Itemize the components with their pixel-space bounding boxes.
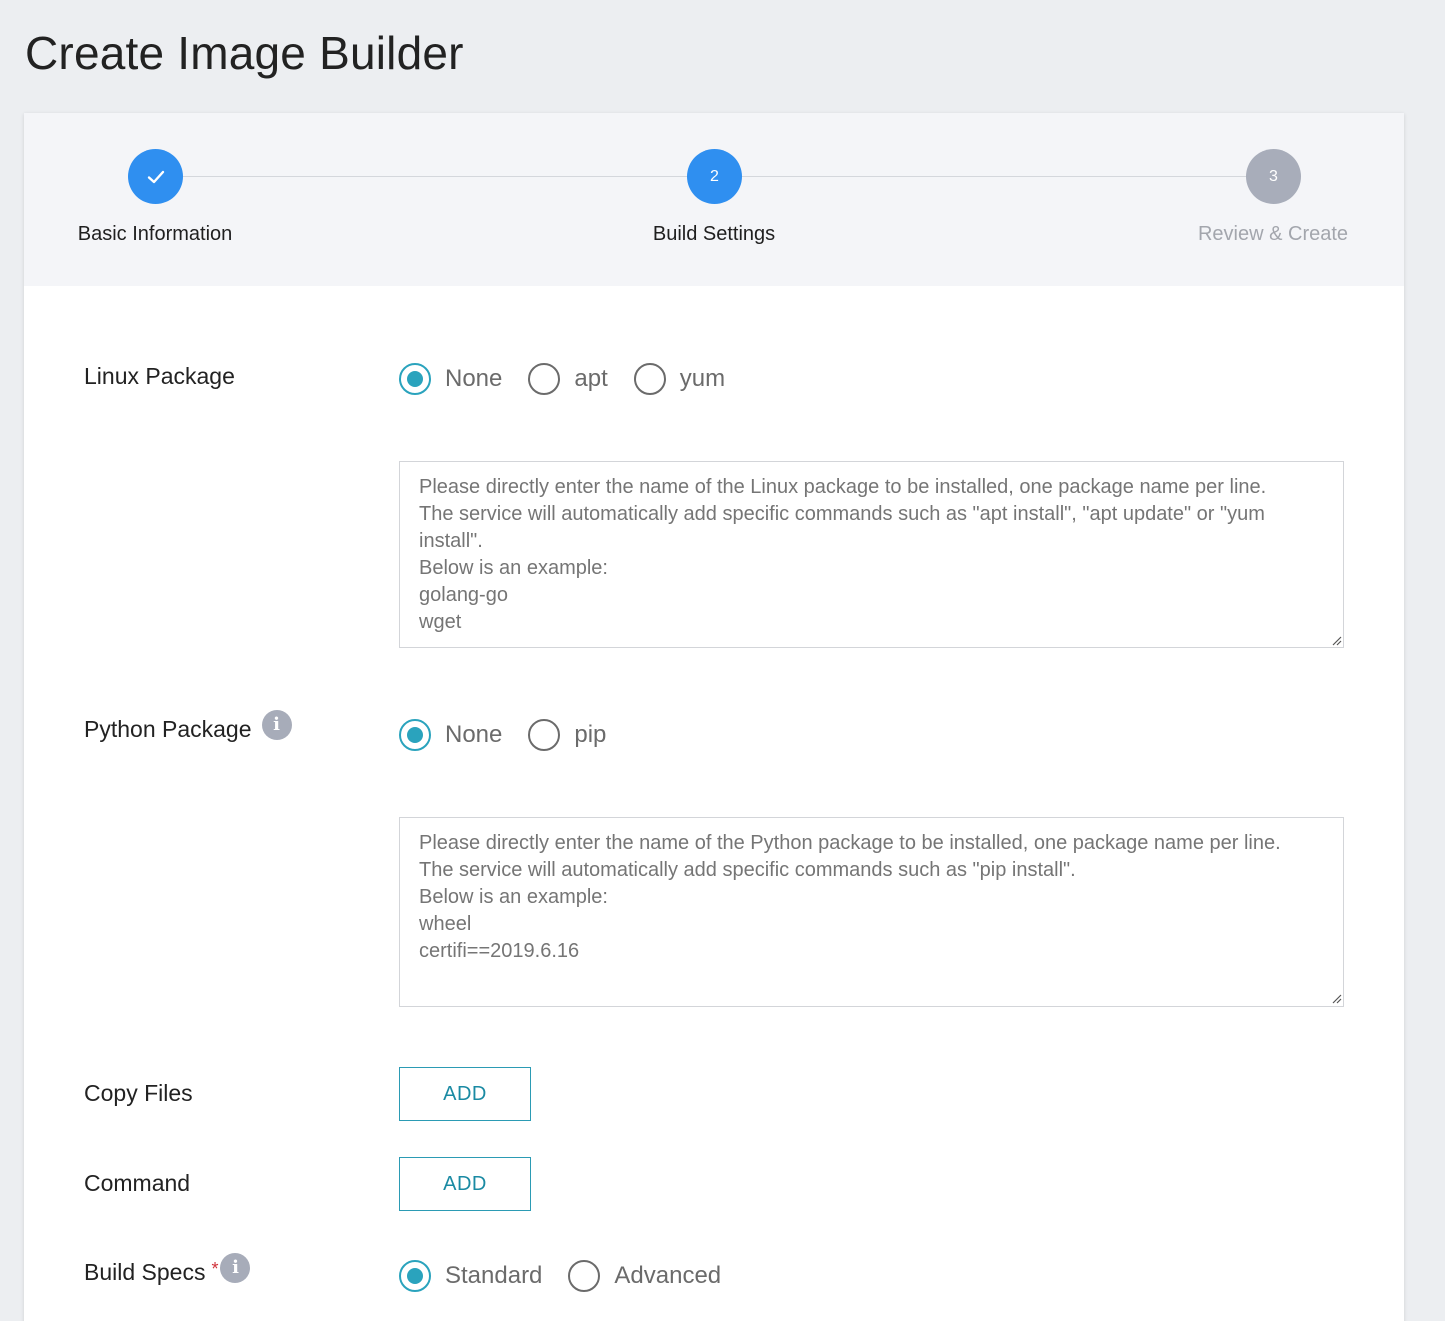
step-3-label: Review & Create [1197, 223, 1349, 245]
copy-files-label-text: Copy Files [84, 1080, 193, 1106]
step-1-circle [128, 149, 183, 204]
python-package-label: Python Package i [84, 709, 292, 743]
python-package-radio-group: None pip [399, 719, 632, 751]
command-add-button[interactable]: ADD [399, 1157, 531, 1211]
linux-package-radio-yum[interactable]: yum [633, 363, 726, 395]
resize-grip-icon[interactable] [1330, 634, 1342, 646]
build-specs-radio-standard[interactable]: Standard [399, 1260, 542, 1292]
step-connector [742, 176, 1246, 177]
linux-package-textarea[interactable] [399, 461, 1344, 648]
radio-label: yum [679, 365, 726, 392]
python-package-textarea[interactable] [399, 817, 1344, 1007]
radio-circle [633, 363, 666, 395]
command-label-text: Command [84, 1170, 191, 1196]
check-icon [147, 170, 164, 183]
build-specs-label: Build Specs * i [84, 1252, 251, 1286]
info-icon[interactable]: i [261, 709, 292, 740]
python-package-radio-none[interactable]: None [399, 719, 502, 751]
step-1-label: Basic Information [77, 223, 233, 245]
step-connector [183, 176, 687, 177]
linux-package-radio-none[interactable]: None [399, 363, 502, 395]
copy-files-add-button[interactable]: ADD [399, 1067, 531, 1121]
form-card: Basic Information 2 Build Settings 3 Rev… [24, 113, 1404, 1321]
radio-label: Advanced [614, 1262, 722, 1289]
copy-files-label: Copy Files [84, 1080, 193, 1107]
radio-circle [528, 363, 561, 395]
python-package-label-text: Python Package [84, 716, 252, 742]
radio-label: Standard [445, 1262, 543, 1289]
step-2-circle: 2 [687, 149, 742, 204]
radio-circle [399, 719, 431, 751]
linux-package-radio-group: None apt yum [399, 363, 751, 395]
command-label: Command [84, 1170, 190, 1197]
stepper: Basic Information 2 Build Settings 3 Rev… [24, 113, 1404, 286]
info-icon[interactable]: i [220, 1252, 251, 1283]
radio-circle [399, 1260, 431, 1292]
build-specs-label-text: Build Specs [84, 1259, 206, 1285]
radio-circle [528, 719, 561, 751]
step-3-circle: 3 [1246, 149, 1301, 204]
radio-label: apt [574, 365, 608, 392]
required-marker: * [211, 1259, 219, 1279]
linux-package-label: Linux Package [84, 363, 235, 390]
radio-circle [399, 363, 431, 395]
resize-grip-icon[interactable] [1330, 992, 1342, 1004]
radio-label: pip [574, 721, 607, 748]
linux-package-label-text: Linux Package [84, 363, 235, 389]
python-package-radio-pip[interactable]: pip [528, 719, 606, 751]
build-specs-radio-group: Standard Advanced [399, 1260, 747, 1292]
radio-label: None [445, 365, 503, 392]
page-title: Create Image Builder [25, 27, 464, 79]
radio-circle [568, 1260, 601, 1292]
step-2-label: Build Settings [652, 223, 776, 245]
radio-label: None [445, 721, 503, 748]
build-specs-radio-advanced[interactable]: Advanced [568, 1260, 721, 1292]
linux-package-radio-apt[interactable]: apt [528, 363, 608, 395]
